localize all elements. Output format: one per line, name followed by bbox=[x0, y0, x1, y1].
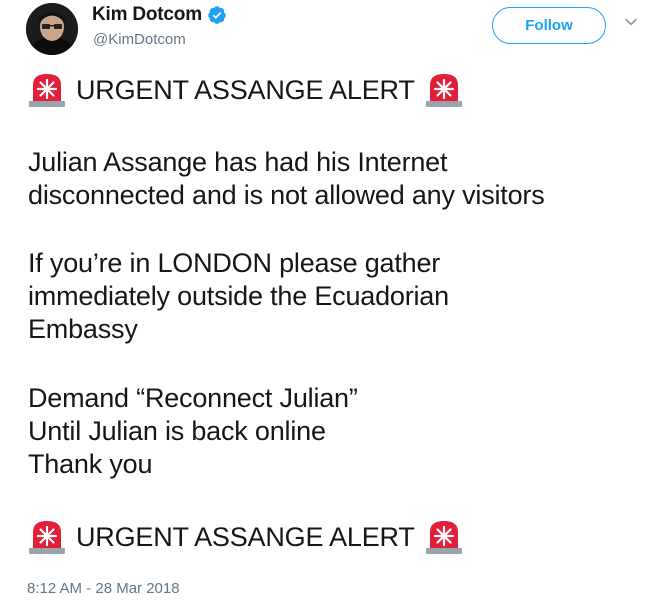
alert-text: URGENT ASSANGE ALERT bbox=[76, 74, 415, 105]
follow-button[interactable]: Follow bbox=[492, 7, 606, 44]
text-line: immediately outside the Ecuadorian bbox=[28, 281, 449, 311]
text-line: Embassy bbox=[28, 314, 138, 344]
text-line: disconnected and is not allowed any visi… bbox=[28, 180, 545, 210]
user-handle[interactable]: @KimDotcom bbox=[93, 31, 186, 48]
rotating-light-siren-icon bbox=[28, 71, 66, 109]
paragraph-1: Julian Assange has had his Internet disc… bbox=[28, 146, 658, 212]
alert-line-bottom: URGENT ASSANGE ALERT bbox=[28, 517, 658, 557]
rotating-light-siren-icon bbox=[425, 518, 463, 556]
verified-badge-icon bbox=[207, 5, 227, 25]
text-line: Demand “Reconnect Julian” bbox=[28, 383, 358, 413]
text-line: Julian Assange has had his Internet bbox=[28, 147, 448, 177]
paragraph-3: Demand “Reconnect Julian” Until Julian i… bbox=[28, 382, 658, 481]
text-line: If you’re in LONDON please gather bbox=[28, 248, 441, 278]
rotating-light-siren-icon bbox=[28, 518, 66, 556]
display-name-row: Kim Dotcom bbox=[92, 4, 227, 26]
tweet-card: Kim Dotcom @KimDotcom Follow URGENT ASSA… bbox=[0, 0, 671, 609]
tweet-timestamp[interactable]: 8:12 AM - 28 Mar 2018 bbox=[27, 580, 180, 597]
rotating-light-siren-icon bbox=[425, 71, 463, 109]
paragraph-2: If you’re in LONDON please gather immedi… bbox=[28, 247, 658, 346]
display-name[interactable]: Kim Dotcom bbox=[92, 4, 202, 26]
alert-text: URGENT ASSANGE ALERT bbox=[76, 521, 415, 552]
tweet-text: URGENT ASSANGE ALERT Julian Assange has … bbox=[28, 70, 658, 557]
alert-line-top: URGENT ASSANGE ALERT bbox=[28, 70, 658, 110]
text-line: Until Julian is back online bbox=[28, 416, 326, 446]
text-line: Thank you bbox=[28, 449, 153, 479]
chevron-down-icon[interactable] bbox=[624, 15, 638, 29]
avatar[interactable] bbox=[26, 3, 78, 55]
